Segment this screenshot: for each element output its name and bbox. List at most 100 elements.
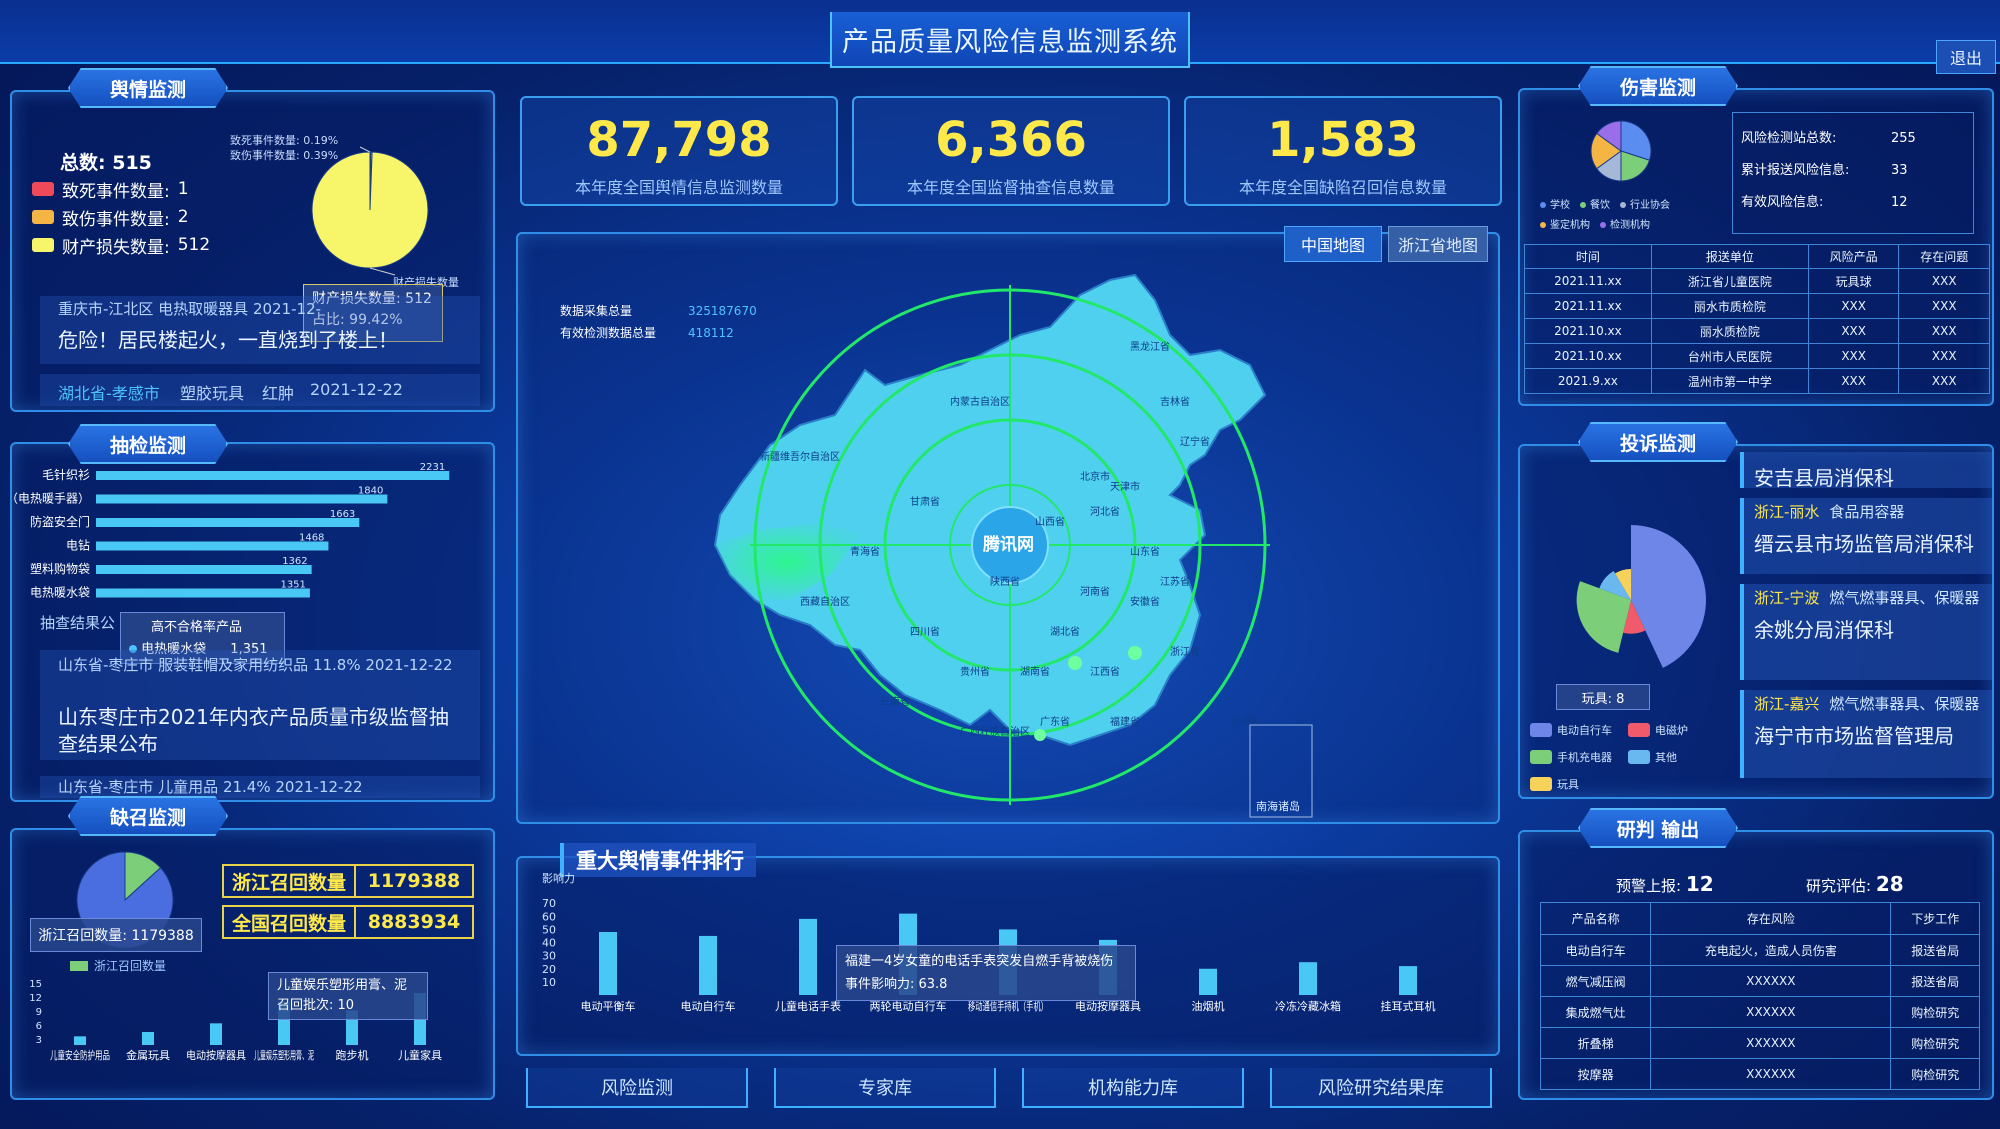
table-row[interactable]: 2021.11.xx 丽水市质检院 XXX XXX bbox=[1524, 293, 1990, 319]
spotcheck-category-label: 防盗安全门 bbox=[30, 514, 90, 529]
china-land[interactable] bbox=[713, 273, 1267, 747]
warn-label: 预警上报: bbox=[1616, 877, 1682, 895]
spotcheck-bar-value: 1362 bbox=[282, 556, 307, 567]
harm-pie bbox=[1590, 120, 1652, 182]
legend-value: 512 bbox=[177, 235, 211, 255]
region-label: 江苏省 bbox=[1160, 575, 1190, 588]
nav-research-results[interactable]: 风险研究结果库 bbox=[1270, 1068, 1492, 1108]
spotcheck-bar[interactable] bbox=[96, 588, 310, 598]
table-row[interactable]: 2021.10.xx 台州市人民医院 XXX XXX bbox=[1524, 343, 1990, 369]
recall-category-label: 电动按摩器具 bbox=[186, 1048, 246, 1062]
complaint-meta: 浙江-丽水 食品用容器 bbox=[1754, 502, 1982, 522]
pie-label-injury: 致伤事件数量: 0.39% bbox=[230, 149, 339, 162]
sentiment-pie-slice[interactable] bbox=[311, 151, 429, 269]
spotcheck-news-item[interactable]: 山东省-枣庄市 服装鞋帽及家用纺织品 11.8% 2021-12-22 山东枣庄… bbox=[40, 650, 480, 760]
recall-bar[interactable] bbox=[74, 1036, 86, 1045]
recall-category-label: 儿童家具 bbox=[398, 1048, 442, 1062]
events-bar[interactable] bbox=[1299, 962, 1317, 995]
table-cell: 2021.10.xx bbox=[1524, 318, 1652, 344]
recall-bar[interactable] bbox=[210, 1023, 222, 1045]
cn-recall-label: 全国召回数量 bbox=[224, 907, 356, 937]
complaint-region: 浙江-丽水 bbox=[1754, 503, 1820, 521]
events-category-label: 两轮电动自行车 bbox=[870, 999, 947, 1013]
legend-label: 致死事件数量: bbox=[62, 181, 170, 202]
table-cell: 浙江省儿童医院 bbox=[1650, 268, 1809, 294]
spotcheck-bar[interactable] bbox=[96, 471, 450, 480]
region-label: 北京市 bbox=[1080, 470, 1110, 483]
nav-institution-library[interactable]: 机构能力库 bbox=[1022, 1068, 1244, 1108]
table-cell: 台州市人民医院 bbox=[1650, 343, 1809, 369]
spotcheck-bar-chart: 毛针织衫 2231 暖手器（电热暖手器） 1840 防盗安全门 1663 电钻 1468 塑料购… bbox=[12, 462, 450, 600]
table-row[interactable]: 集成燃气灶 XXXXXX 购检研究 bbox=[1539, 996, 1980, 1028]
complaint-item[interactable]: 浙江-丽水 食品用容器 缙云县市场监管局消保科 bbox=[1740, 498, 1992, 574]
events-bar[interactable] bbox=[1199, 968, 1217, 995]
complaint-legend-item: 玩具 bbox=[1530, 770, 1628, 797]
region-label: 陕西省 bbox=[990, 575, 1020, 588]
events-bar[interactable] bbox=[699, 935, 717, 995]
sentiment-total-label: 总数: bbox=[60, 152, 106, 174]
table-row[interactable]: 按摩器 XXXXXX 购检研究 bbox=[1539, 1058, 1980, 1090]
table-cell: XXXXXX bbox=[1650, 965, 1892, 997]
recall-bar[interactable] bbox=[142, 1032, 154, 1045]
table-row[interactable]: 燃气减压阀 XXXXXX 报送省局 bbox=[1539, 965, 1980, 997]
complaint-legend-label: 电动自行车 bbox=[1557, 723, 1612, 737]
complaint-rose-slice[interactable] bbox=[1631, 525, 1706, 668]
nav-expert-library[interactable]: 专家库 bbox=[774, 1068, 996, 1108]
table-cell: XXXXXX bbox=[1650, 1058, 1892, 1090]
zj-recall-value: 1179388 bbox=[367, 870, 461, 892]
nav-risk-monitoring[interactable]: 风险监测 bbox=[526, 1068, 748, 1108]
events-bar[interactable] bbox=[799, 918, 817, 995]
judgement-col-header: 产品名称 bbox=[1539, 902, 1652, 935]
zhejiang-map-button[interactable]: 浙江省地图 bbox=[1388, 226, 1488, 262]
sentiment-total-value: 515 bbox=[112, 152, 152, 174]
harm-legend-label: 鉴定机构 bbox=[1550, 220, 1590, 231]
table-cell: 折叠梯 bbox=[1539, 1027, 1652, 1059]
table-row[interactable]: 电动自行车 充电起火，造成人员伤害 报送省局 bbox=[1539, 934, 1980, 966]
legend-dot bbox=[1600, 222, 1606, 228]
stat-card-sentiment: 87,798 本年度全国舆情信息监测数量 bbox=[520, 96, 838, 206]
table-cell: 购检研究 bbox=[1890, 996, 1980, 1028]
hotspot[interactable] bbox=[1068, 656, 1082, 670]
events-y-tick: 20 bbox=[542, 963, 556, 976]
harm-stat-label: 累计报送风险信息: bbox=[1741, 163, 1850, 178]
south-sea-label: 南海诸岛 bbox=[1256, 799, 1300, 813]
table-cell: 丽水质检院 bbox=[1650, 318, 1809, 344]
complaint-legend-item: 手机充电器 bbox=[1530, 743, 1628, 770]
news-region-2: 湖北省-孝感市 bbox=[58, 384, 160, 403]
stat-label: 本年度全国监督抽查信息数量 bbox=[906, 178, 1115, 197]
spotcheck-bar[interactable] bbox=[96, 565, 312, 574]
events-category-label: 电动平衡车 bbox=[581, 999, 636, 1013]
spotcheck-bar-value: 1468 bbox=[299, 533, 324, 544]
table-cell: XXX bbox=[1807, 343, 1900, 369]
legend-swatch bbox=[1628, 722, 1650, 737]
hotspot[interactable] bbox=[1128, 646, 1142, 660]
zj-recall-label: 浙江召回数量 bbox=[224, 866, 356, 896]
pie-leader-line bbox=[369, 267, 396, 276]
spotcheck-bar[interactable] bbox=[96, 518, 360, 527]
table-cell: 按摩器 bbox=[1539, 1058, 1652, 1090]
complaint-item[interactable]: 浙江-嘉兴 燃气燃事器具、保暖器 海宁市市场监督管理局 bbox=[1740, 690, 1992, 778]
complaint-item[interactable]: 安吉县局消保科 bbox=[1740, 452, 1992, 490]
table-cell: 2021.11.xx bbox=[1524, 268, 1652, 294]
harm-table: 时间 报送单位 风险产品 存在问题 2021.11.xx 浙江省儿童医院 玩具球 XXX 20… bbox=[1524, 244, 1990, 394]
events-category-label: 冷冻冷藏冰箱 bbox=[1275, 999, 1341, 1013]
table-row[interactable]: 2021.9.xx 温州市第一中学 XXX XXX bbox=[1524, 368, 1990, 394]
spotcheck-bar[interactable] bbox=[96, 494, 388, 504]
events-bar[interactable] bbox=[599, 932, 617, 995]
complaint-item[interactable]: 浙江-宁波 燃气燃事器具、保暖器 余姚分局消保科 bbox=[1740, 584, 1992, 680]
warn-stat: 预警上报: 12 bbox=[1616, 872, 1714, 896]
spotcheck-news-meta-2[interactable]: 山东省-枣庄市 儿童用品 21.4% 2021-12-22 bbox=[40, 776, 480, 798]
table-cell: 燃气减压阀 bbox=[1539, 965, 1652, 997]
logout-button[interactable]: 退出 bbox=[1936, 40, 1996, 74]
hotspot[interactable] bbox=[1034, 729, 1046, 741]
table-row[interactable]: 折叠梯 XXXXXX 购检研究 bbox=[1539, 1027, 1980, 1059]
app-title: 产品质量风险信息监测系统 bbox=[830, 12, 1190, 68]
news-item-2[interactable]: 湖北省-孝感市 塑胶玩具 红肿 2021-12-22 bbox=[40, 374, 480, 406]
table-row[interactable]: 2021.11.xx 浙江省儿童医院 玩具球 XXX bbox=[1524, 268, 1990, 294]
table-cell: 报送省局 bbox=[1890, 934, 1980, 966]
events-bar[interactable] bbox=[1399, 966, 1417, 995]
recall-y-tick: 9 bbox=[36, 1007, 42, 1018]
news-item-1[interactable]: 重庆市-江北区 电热取暖器具 2021-12- 危险！居民楼起火，一直烧到了楼上… bbox=[40, 296, 480, 364]
table-row[interactable]: 2021.10.xx 丽水质检院 XXX XXX bbox=[1524, 318, 1990, 344]
spotcheck-bar[interactable] bbox=[96, 541, 329, 551]
